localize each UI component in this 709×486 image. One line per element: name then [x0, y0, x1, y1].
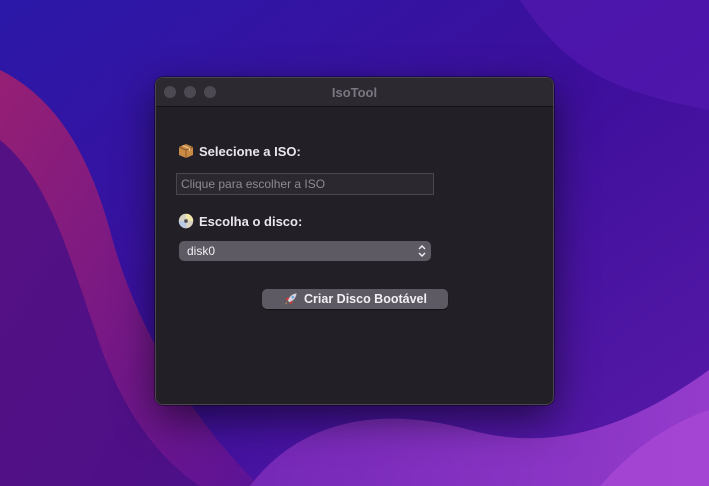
disk-section-label: Escolha o disco:: [199, 213, 303, 229]
disk-select-value: disk0: [187, 244, 216, 258]
titlebar: IsoTool: [156, 78, 553, 107]
create-button-label: Criar Disco Bootável: [304, 292, 427, 306]
chevron-updown-icon: [418, 245, 426, 257]
isotool-window: IsoTool Selecione a ISO: Clique para esc…: [155, 77, 554, 405]
disk-section-heading: Escolha o disco:: [178, 213, 302, 229]
rocket-icon: [284, 292, 297, 305]
create-bootable-disk-button[interactable]: Criar Disco Bootável: [262, 289, 448, 309]
package-icon: [178, 144, 194, 158]
window-title: IsoTool: [331, 85, 378, 100]
dvd-icon: [178, 213, 194, 229]
iso-section-label: Selecione a ISO:: [199, 143, 301, 159]
iso-section-heading: Selecione a ISO:: [178, 143, 301, 159]
iso-file-input[interactable]: Clique para escolher a ISO: [176, 173, 434, 195]
disk-select[interactable]: disk0: [179, 241, 431, 261]
